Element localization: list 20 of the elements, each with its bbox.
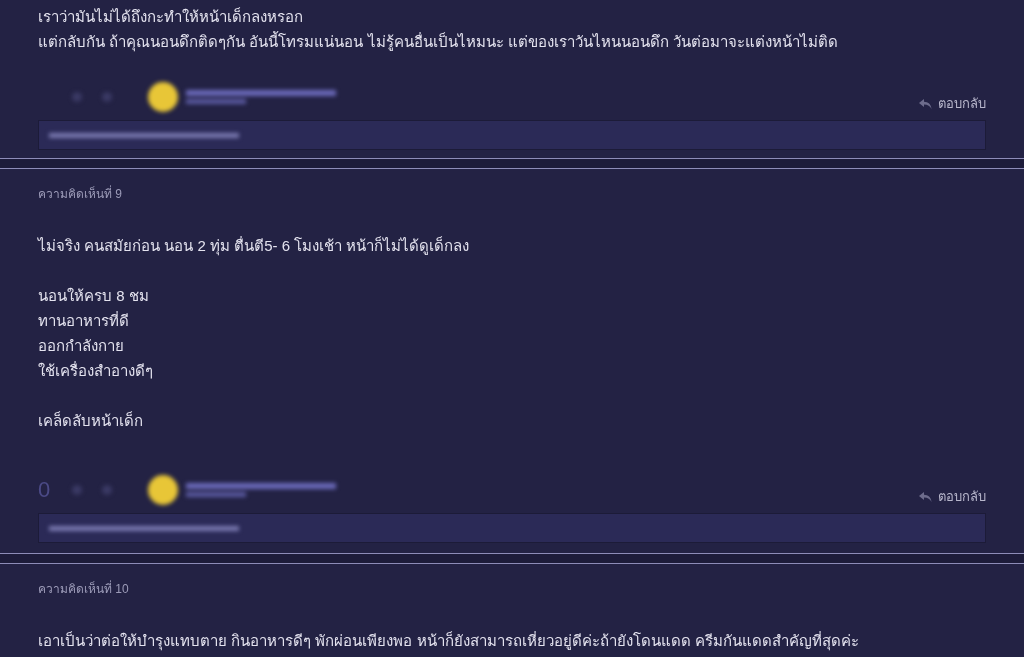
avatar-icon	[148, 82, 178, 112]
comment-text: เราว่ามันไม่ได้ถึงกะทำให้หน้าเด็กลงหรอก	[38, 6, 304, 27]
reply-icon	[919, 492, 932, 502]
comment-text: เอาเป็นว่าต่อให้บำรุงแทบตาย กินอาหารดีๆ พักผ่อนเพียงพอ หน้าก็ยังสามารถเหี่ยวอยู่ดีค่ะถ้ายังโดนแดด ครีมกันแดดสำคัญที่สุดค่ะ	[38, 630, 860, 653]
comment-text: ออกกำลังกาย	[38, 336, 125, 356]
reply-button[interactable]: ตอบกลับ	[919, 487, 986, 507]
comment-text: แต่กลับกัน ถ้าคุณนอนดึกติดๆกัน อันนี้โทรมแน่นอน ไม่รู้คนอื่นเป็นไหมนะ แต่ของเราวันไหนนอนดึก วันต่อมาจะแต่งหน้าไม่ติด	[38, 30, 839, 54]
comment-text: เคล็ดลับหน้าเด็ก	[38, 410, 144, 431]
comment-number: ความคิดเห็นที่ 10	[38, 580, 130, 598]
reply-button[interactable]: ตอบกลับ	[919, 94, 986, 114]
avatar-icon	[148, 475, 178, 505]
vote-count: 0	[38, 479, 52, 501]
comment-input-bar[interactable]	[38, 120, 986, 150]
comment-text: ทานอาหารที่ดี	[38, 310, 130, 331]
comment-number: ความคิดเห็นที่ 9	[38, 185, 123, 203]
comment-text: ใช้เครื่องสำอางดีๆ	[38, 360, 154, 381]
comment-text: ไม่จริง คนสมัยก่อน นอน 2 ทุ่ม ตื่นตี5- 6 โมงเช้า หน้าก็ไม่ได้ดูเด็กลง	[38, 235, 471, 258]
reply-icon	[919, 99, 932, 109]
comment-text: นอนให้ครบ 8 ชม	[38, 286, 150, 306]
comment-input-bar[interactable]	[38, 513, 986, 543]
